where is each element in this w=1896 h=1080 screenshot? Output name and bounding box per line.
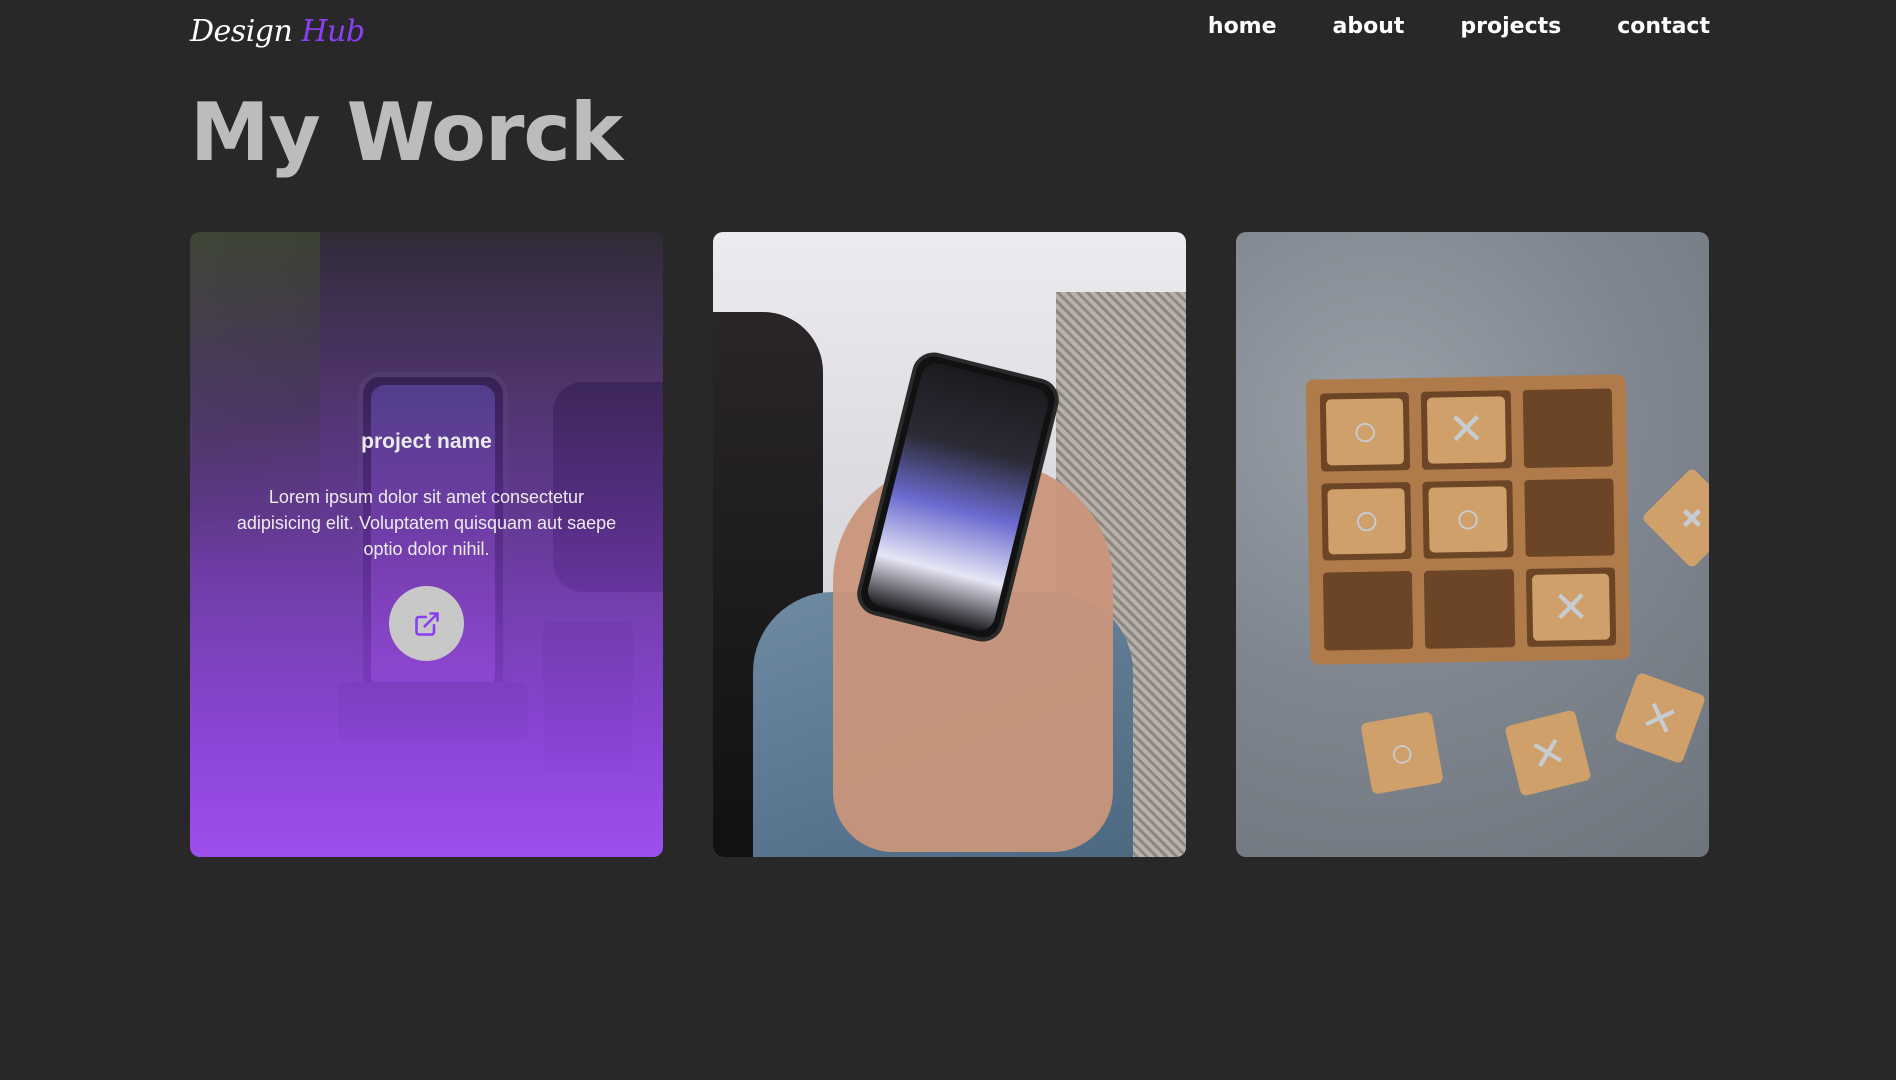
project-image [713, 232, 1186, 857]
nav-about-link[interactable]: about [1333, 14, 1405, 39]
project-name: project name [361, 430, 492, 453]
nav-home-link[interactable]: home [1208, 14, 1277, 39]
navbar: Design Hub home about projects contact [190, 0, 1710, 60]
project-image: ○ ✕ ○ ○ ✕ ○ ✕ ✕ + [1236, 232, 1709, 857]
main-nav: home about projects contact [1208, 14, 1710, 39]
logo-accent: Hub [301, 14, 365, 49]
project-card[interactable]: ○ ✕ ○ ○ ✕ ○ ✕ ✕ + [1236, 232, 1709, 857]
project-card[interactable]: project name Lorem ipsum dolor sit amet … [190, 232, 663, 857]
open-project-button[interactable] [389, 586, 464, 661]
project-card[interactable] [713, 232, 1186, 857]
logo-main: Design [190, 14, 293, 49]
external-link-icon [414, 611, 439, 636]
logo[interactable]: Design Hub [190, 14, 365, 49]
project-description: Lorem ipsum dolor sit amet consectetur a… [236, 487, 617, 559]
nav-contact-link[interactable]: contact [1617, 14, 1710, 39]
page-title: My Worck [190, 86, 623, 179]
nav-projects-link[interactable]: projects [1460, 14, 1561, 39]
card-content: project name Lorem ipsum dolor sit amet … [190, 232, 663, 857]
